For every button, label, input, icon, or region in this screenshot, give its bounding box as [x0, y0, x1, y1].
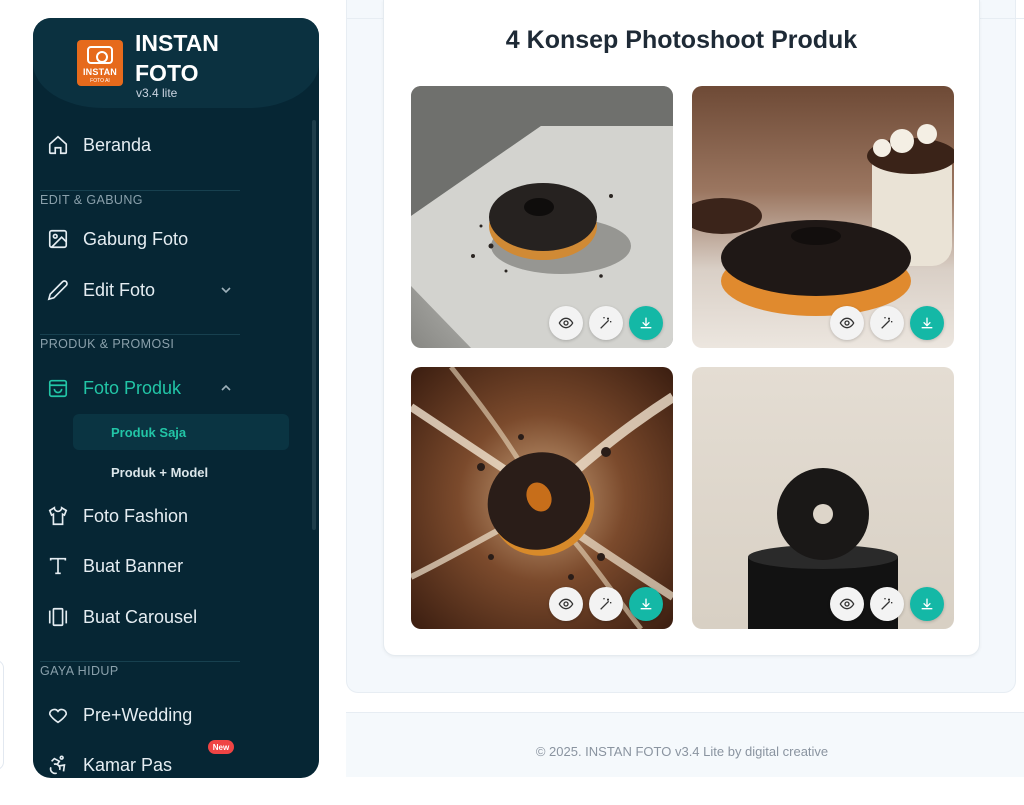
offscreen-card-edge — [0, 660, 4, 770]
section-label-gaya-hidup: GAYA HIDUP — [40, 664, 119, 678]
sidebar-divider — [40, 190, 240, 191]
photo-actions — [830, 306, 944, 340]
preview-button[interactable] — [830, 587, 864, 621]
photo-actions — [549, 587, 663, 621]
sidebar-item-label: Beranda — [83, 134, 152, 155]
chevron-down-icon[interactable] — [220, 284, 232, 296]
sidebar-item-pre-wedding[interactable]: Pre+Wedding — [47, 698, 192, 732]
product-photo-3[interactable] — [411, 367, 673, 629]
photo-actions — [549, 306, 663, 340]
sidebar-item-label: Foto Produk — [83, 377, 182, 398]
image-icon — [47, 228, 69, 250]
product-photo-4[interactable] — [692, 367, 954, 629]
sidebar-item-edit-foto[interactable]: Edit Foto — [47, 273, 155, 307]
section-label-produk: PRODUK & PROMOSI — [40, 337, 175, 351]
accessibility-icon — [47, 754, 69, 776]
magic-edit-button[interactable] — [589, 306, 623, 340]
sidebar-divider — [40, 334, 240, 335]
product-photo-1[interactable] — [411, 86, 673, 348]
magic-wand-icon — [881, 317, 893, 329]
sidebar-item-foto-fashion[interactable]: Foto Fashion — [47, 499, 188, 533]
logo-subtext: FOTO AI — [90, 78, 110, 84]
sidebar-item-label: Edit Foto — [83, 279, 156, 300]
download-button[interactable] — [910, 587, 944, 621]
page-left-margin — [0, 0, 34, 805]
footer-divider — [346, 712, 1024, 713]
magic-wand-icon — [600, 317, 612, 329]
download-icon — [640, 317, 652, 329]
download-icon — [921, 598, 933, 610]
pencil-icon — [47, 279, 69, 301]
eye-icon — [558, 317, 574, 329]
sidebar-item-label: Gabung Foto — [83, 228, 189, 249]
sidebar-item-label: Foto Fashion — [83, 505, 189, 526]
sidebar-item-label: Kamar Pas — [83, 754, 173, 775]
brand-logo[interactable]: INSTAN FOTO AI — [77, 40, 123, 86]
text-type-icon — [47, 555, 69, 577]
eye-icon — [839, 317, 855, 329]
magic-wand-icon — [881, 598, 893, 610]
download-icon — [921, 317, 933, 329]
page-title: 4 Konsep Photoshoot Produk — [505, 26, 858, 54]
shopping-bag-icon — [47, 377, 69, 399]
download-button[interactable] — [910, 306, 944, 340]
sidebar-item-label: Buat Carousel — [83, 606, 198, 627]
download-button[interactable] — [629, 587, 663, 621]
sidebar-item-label: Buat Banner — [83, 555, 184, 576]
section-label-edit: EDIT & GABUNG — [40, 193, 143, 207]
sidebar-subitem-produk-model[interactable]: Produk + Model — [73, 454, 289, 490]
product-photo-2[interactable] — [692, 86, 954, 348]
carousel-icon — [47, 606, 69, 628]
magic-wand-icon — [600, 598, 612, 610]
sidebar-subitem-produk-saja[interactable]: Produk Saja — [73, 414, 289, 450]
preview-button[interactable] — [549, 306, 583, 340]
sidebar-item-label: Pre+Wedding — [83, 704, 193, 725]
photo-actions — [830, 587, 944, 621]
brand-name: INSTAN FOTO — [135, 30, 219, 86]
heart-icon — [47, 704, 69, 726]
sidebar-item-beranda[interactable]: Beranda — [47, 128, 151, 162]
chevron-up-icon[interactable] — [220, 382, 232, 394]
shirt-icon — [47, 505, 69, 527]
magic-edit-button[interactable] — [870, 587, 904, 621]
preview-button[interactable] — [549, 587, 583, 621]
sidebar-divider — [40, 661, 240, 662]
app-version: v3.4 lite — [136, 86, 178, 100]
sidebar-item-gabung-foto[interactable]: Gabung Foto — [47, 222, 188, 256]
sidebar-item-buat-banner[interactable]: Buat Banner — [47, 549, 183, 583]
magic-edit-button[interactable] — [589, 587, 623, 621]
sidebar-item-foto-produk[interactable]: Foto Produk — [47, 371, 181, 405]
new-badge: New — [208, 740, 234, 754]
download-button[interactable] — [629, 306, 663, 340]
home-icon — [47, 134, 69, 156]
magic-edit-button[interactable] — [870, 306, 904, 340]
sidebar-item-kamar-pas[interactable]: Kamar Pas — [47, 748, 172, 782]
sidebar-item-buat-carousel[interactable]: Buat Carousel — [47, 600, 197, 634]
download-icon — [640, 598, 652, 610]
preview-button[interactable] — [830, 306, 864, 340]
eye-icon — [839, 598, 855, 610]
footer-text: © 2025. INSTAN FOTO v3.4 Lite by digital… — [535, 744, 829, 759]
camera-icon — [87, 46, 113, 64]
logo-text: INSTAN — [82, 67, 118, 77]
eye-icon — [558, 598, 574, 610]
sidebar-scrollbar[interactable] — [312, 120, 316, 530]
sidebar-header: INSTAN FOTO AI INSTAN FOTO v3.4 lite — [33, 18, 319, 108]
